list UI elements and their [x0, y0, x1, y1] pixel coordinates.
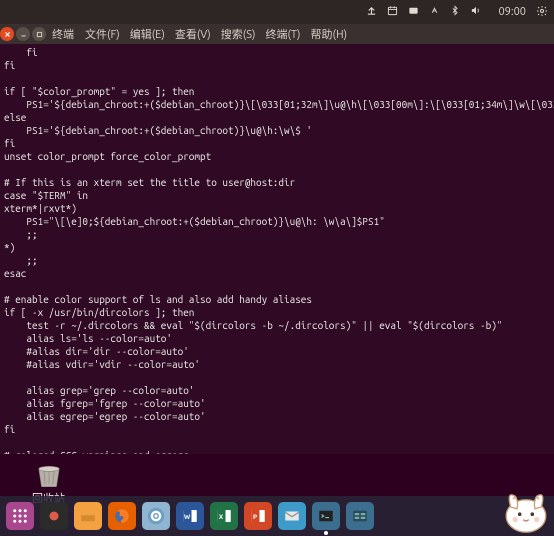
dock: WXP: [0, 496, 554, 536]
window-controls: [0, 27, 46, 41]
terminal-viewport[interactable]: fi fi if [ "$color_prompt" = yes ]; then…: [0, 44, 554, 454]
dock-files[interactable]: [74, 502, 102, 530]
svg-text:P: P: [253, 514, 258, 521]
dock-dash[interactable]: [346, 502, 374, 530]
dock-word[interactable]: W: [176, 502, 204, 530]
menu-search[interactable]: 搜索(S): [218, 26, 259, 42]
mascot-icon: [498, 480, 554, 534]
dock-chromium[interactable]: [142, 502, 170, 530]
minimize-button[interactable]: [16, 27, 30, 41]
wallet-icon[interactable]: [408, 5, 419, 19]
dock-show-apps[interactable]: [6, 502, 34, 530]
app-title: 终端: [52, 26, 74, 42]
window-menubar: 终端 文件(F) 编辑(E) 查看(V) 搜索(S) 终端(T) 帮助(H): [0, 24, 554, 44]
dock-mail[interactable]: [278, 502, 306, 530]
dock-firefox[interactable]: [108, 502, 136, 530]
svg-text:X: X: [219, 514, 224, 521]
calendar-icon[interactable]: [387, 5, 398, 19]
menu-file[interactable]: 文件(F): [82, 26, 123, 42]
dock-powerpoint[interactable]: P: [244, 502, 272, 530]
trash-icon: [33, 460, 65, 488]
settings-icon[interactable]: [536, 5, 548, 20]
clock-text[interactable]: 09:00: [498, 6, 526, 18]
svg-text:W: W: [184, 514, 191, 521]
bluetooth-icon[interactable]: [450, 5, 460, 19]
volume-icon[interactable]: [470, 5, 482, 19]
upload-icon[interactable]: [366, 5, 377, 19]
menu-edit[interactable]: 编辑(E): [127, 26, 168, 42]
menu-view[interactable]: 查看(V): [172, 26, 214, 42]
network-icon[interactable]: [429, 5, 440, 19]
dock-activity[interactable]: [40, 502, 68, 530]
dock-excel[interactable]: X: [210, 502, 238, 530]
close-button[interactable]: [0, 27, 14, 41]
dock-terminal[interactable]: [312, 502, 340, 530]
maximize-button[interactable]: [32, 27, 46, 41]
system-topbar: 09:00: [0, 0, 554, 24]
indicator-area: 09:00: [366, 5, 548, 20]
menu-terminal[interactable]: 终端(T): [262, 26, 303, 42]
menu-help[interactable]: 帮助(H): [308, 26, 351, 42]
